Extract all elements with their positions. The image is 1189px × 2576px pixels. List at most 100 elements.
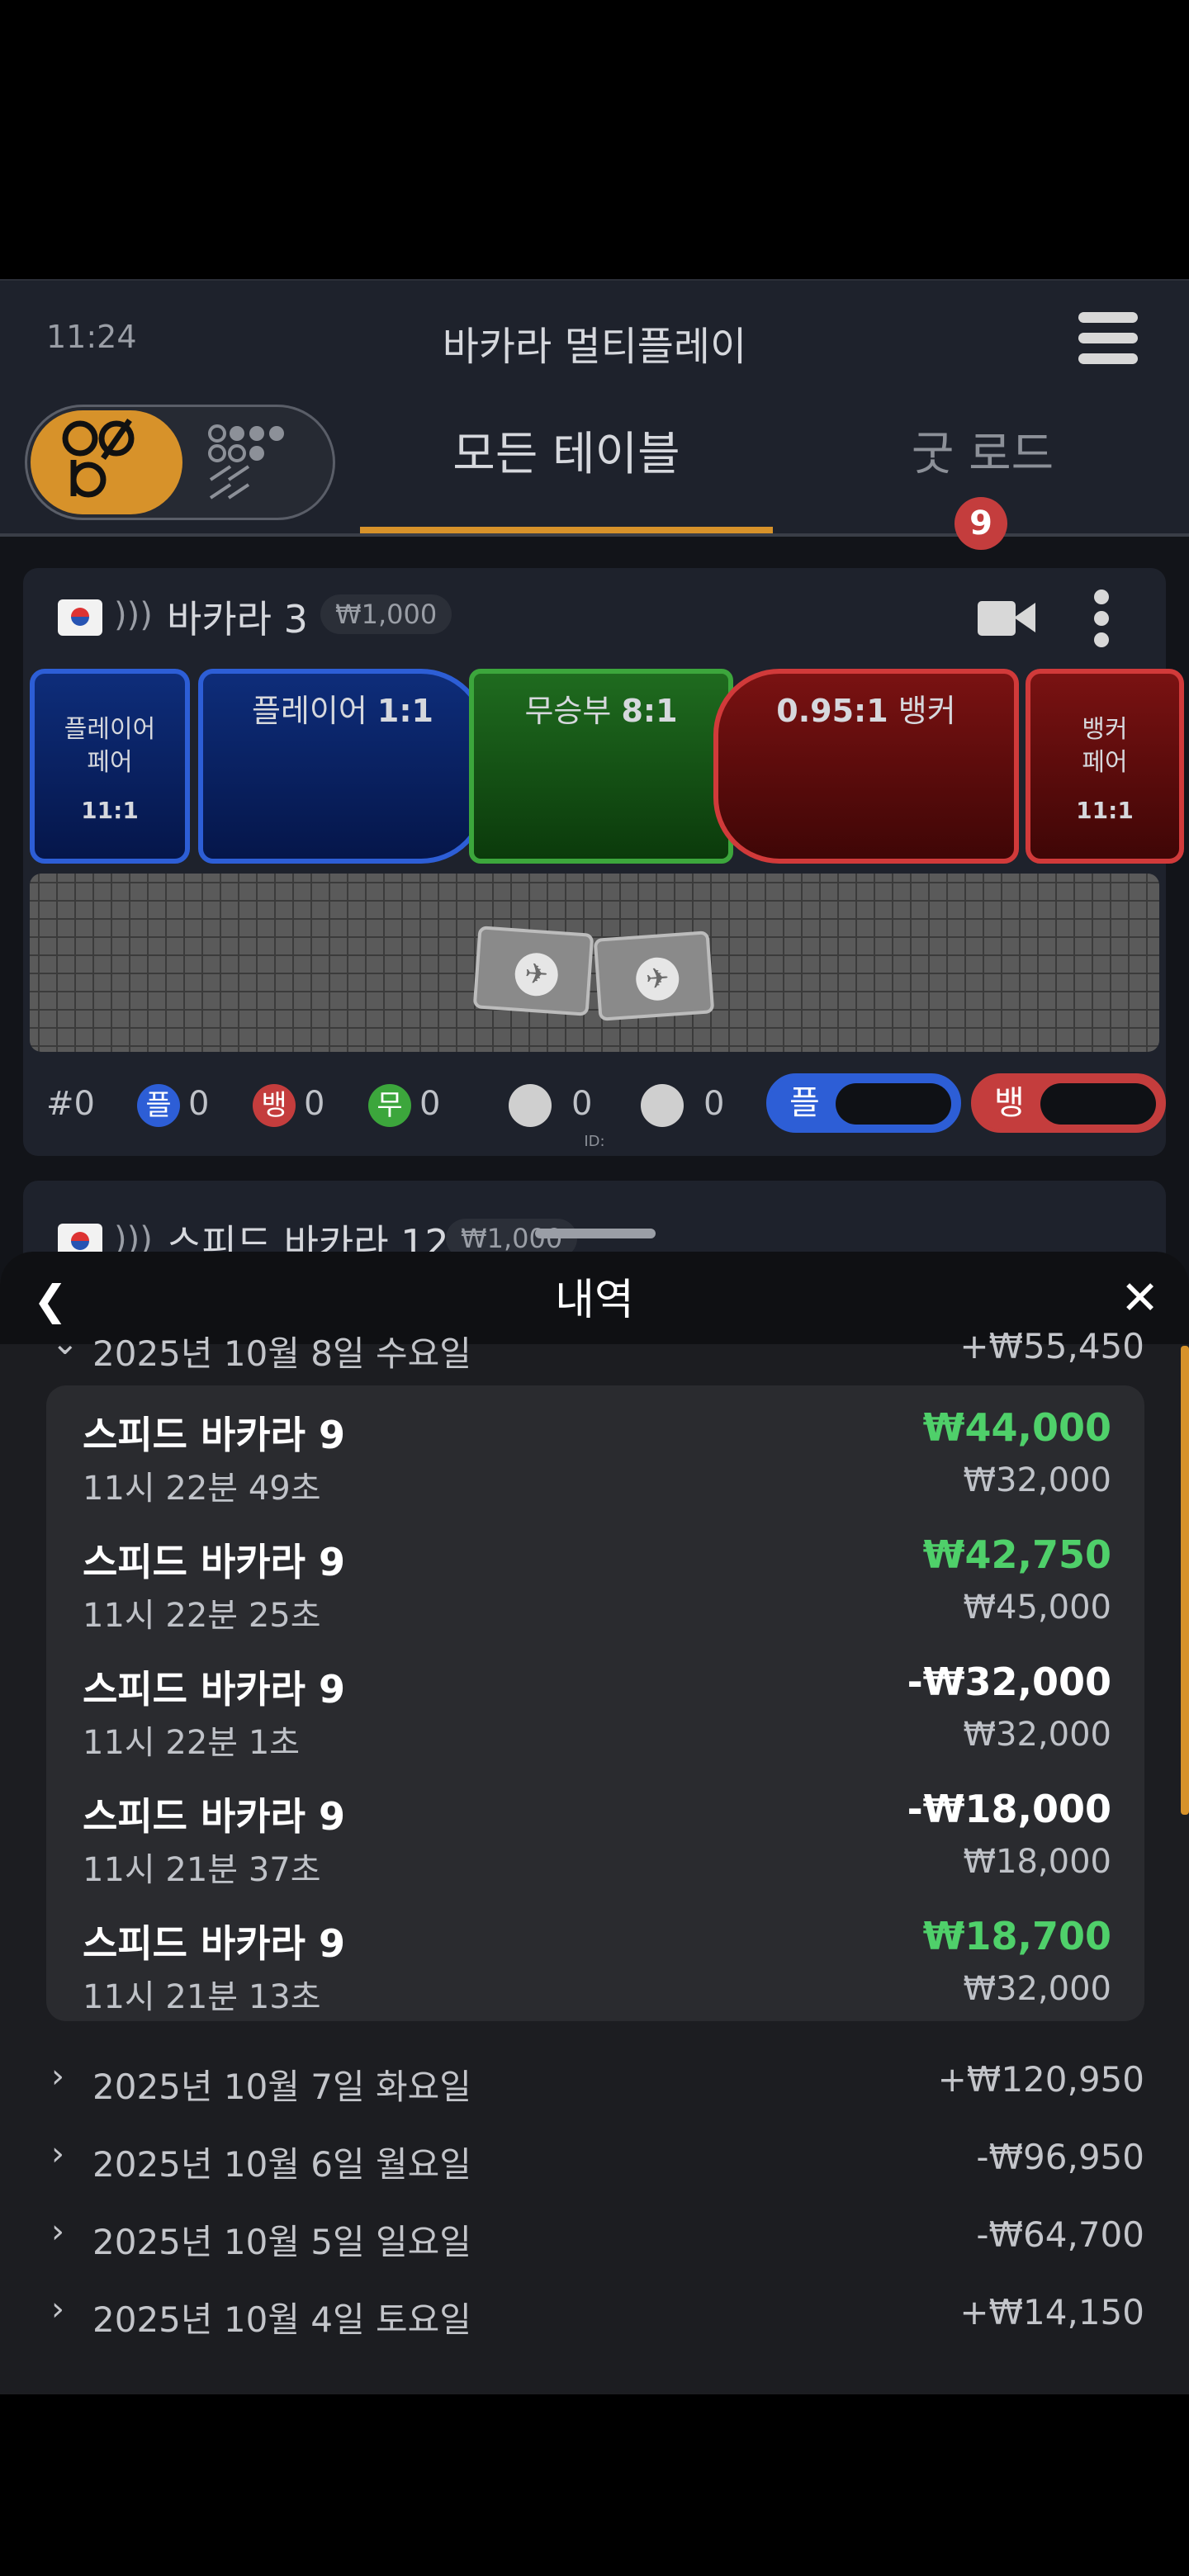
day-total: +₩120,950 xyxy=(937,2059,1144,2100)
transaction-row[interactable]: 스피드 바카라 9 11시 22분 25초 ₩42,750 ₩45,000 xyxy=(83,1527,1111,1643)
tx-amount: -₩32,000 xyxy=(907,1660,1111,1704)
sound-icon[interactable]: ))) xyxy=(114,596,153,634)
tx-amount: ₩42,750 xyxy=(922,1532,1111,1577)
bet-player[interactable]: 플레이어 1:1 xyxy=(198,669,487,864)
transaction-row[interactable]: 스피드 바카라 9 11시 22분 1초 -₩32,000 ₩32,000 xyxy=(83,1655,1111,1770)
chevron-right-icon: › xyxy=(51,2135,64,2173)
baccarat-app: 11:24 바카라 멀티플레이 모든 테이블 굿 로드 9))) 바카라 3 … xyxy=(0,279,1189,2394)
bet-odds: 11:1 xyxy=(1076,797,1134,824)
close-icon[interactable]: ✕ xyxy=(1120,1271,1159,1325)
banker-prediction-button[interactable]: 뱅 xyxy=(971,1073,1166,1133)
more-options-icon[interactable] xyxy=(1092,590,1111,647)
tx-game: 스피드 바카라 9 xyxy=(83,1413,345,1457)
cards-placeholder-icon: ✈ ✈ xyxy=(472,923,723,1039)
banker-button-label: 뱅 xyxy=(994,1084,1025,1122)
banker-pair-stat: 0 xyxy=(641,1082,725,1127)
table-limit: ₩1,000 xyxy=(320,594,452,634)
tx-amount: ₩44,000 xyxy=(922,1405,1111,1450)
day-total: +₩14,150 xyxy=(959,2292,1144,2332)
tie-chip: 무 xyxy=(368,1084,411,1127)
bet-banker[interactable]: 0.95:1 뱅커 xyxy=(713,669,1019,864)
day-row[interactable]: › 2025년 10월 5일 일요일 -₩64,700 xyxy=(46,2213,1144,2262)
bet-label: 무승부 xyxy=(524,693,612,729)
page-title: 바카라 멀티플레이 xyxy=(442,324,747,370)
bet-tie[interactable]: 무승부 8:1 xyxy=(469,669,733,864)
tx-stake: ₩32,000 xyxy=(963,1716,1111,1754)
tx-stake: ₩45,000 xyxy=(963,1589,1111,1627)
tx-game: 스피드 바카라 9 xyxy=(83,1667,345,1712)
scrollbar[interactable] xyxy=(1181,1346,1189,1815)
bet-label: 플레이어 xyxy=(251,693,367,729)
grid-view-option[interactable] xyxy=(31,410,182,514)
tx-time: 11시 21분 37초 xyxy=(83,1851,321,1889)
tab-all-tables[interactable]: 모든 테이블 xyxy=(360,410,773,530)
tx-game: 스피드 바카라 9 xyxy=(83,1540,345,1584)
tx-game: 스피드 바카라 9 xyxy=(83,1794,345,1839)
korea-flag-icon xyxy=(58,599,102,636)
round-count: #0 xyxy=(46,1085,95,1123)
bet-odds: 11:1 xyxy=(81,797,139,824)
chevron-right-icon: › xyxy=(51,2213,64,2251)
tx-stake: ₩18,000 xyxy=(963,1843,1111,1881)
day-row-expanded[interactable]: ⌄ 2025년 10월 8일 수요일 +₩55,450 xyxy=(46,1324,1144,1374)
top-bar: 11:24 바카라 멀티플레이 xyxy=(0,279,1189,395)
chevron-right-icon: › xyxy=(51,2290,64,2328)
banker-wins-stat: 뱅0 xyxy=(253,1082,325,1127)
tx-stake: ₩32,000 xyxy=(963,1461,1111,1499)
tie-count: 0 xyxy=(419,1085,441,1123)
bet-banker-pair[interactable]: 뱅커 페어 11:1 xyxy=(1026,669,1184,864)
table-id: ID: xyxy=(584,1133,605,1150)
day-row[interactable]: › 2025년 10월 7일 화요일 +₩120,950 xyxy=(46,2057,1144,2107)
player-prediction-button[interactable]: 플 xyxy=(766,1073,961,1133)
bet-odds: 0.95:1 xyxy=(776,693,888,729)
active-tab-indicator xyxy=(360,527,773,533)
bet-label-line2: 페어 xyxy=(1082,748,1128,777)
banker-pair-dot-icon xyxy=(641,1084,684,1127)
view-mode-toggle[interactable] xyxy=(25,405,335,520)
video-icon[interactable] xyxy=(978,598,1037,637)
transaction-row[interactable]: 스피드 바카라 9 11시 21분 13초 ₩18,700 ₩32,000 xyxy=(83,1909,1111,2024)
day-date: 2025년 10월 4일 토요일 xyxy=(92,2299,471,2340)
tx-time: 11시 22분 49초 xyxy=(83,1470,321,1508)
bet-label: 뱅커 xyxy=(898,693,956,729)
road-view-icon[interactable] xyxy=(206,422,305,504)
bet-label-line1: 플레이어 xyxy=(64,715,156,744)
bet-odds: 8:1 xyxy=(621,693,678,729)
day-total: +₩55,450 xyxy=(959,1326,1144,1366)
good-road-count-badge: 9 xyxy=(955,497,1007,550)
chevron-right-icon: › xyxy=(51,2057,64,2095)
table-name: 바카라 3 xyxy=(167,597,308,642)
bet-player-pair[interactable]: 플레이어 페어 11:1 xyxy=(30,669,190,864)
history-sheet: ❮ 내역 ✕ ⌄ 2025년 10월 8일 수요일 +₩55,450 스피드 바… xyxy=(0,1252,1189,2394)
tx-time: 11시 21분 13초 xyxy=(83,1978,321,2016)
tx-time: 11시 22분 1초 xyxy=(83,1724,301,1762)
banker-pair-count: 0 xyxy=(703,1085,725,1123)
tx-game: 스피드 바카라 9 xyxy=(83,1921,345,1966)
day-date: 2025년 10월 5일 일요일 xyxy=(92,2222,471,2262)
player-chip: 플 xyxy=(137,1084,180,1127)
day-total: -₩64,700 xyxy=(976,2214,1144,2255)
menu-icon[interactable] xyxy=(1078,312,1138,365)
transactions-list: 스피드 바카라 9 11시 22분 49초 ₩44,000 ₩32,000 스피… xyxy=(46,1385,1144,2021)
day-row[interactable]: › 2025년 10월 6일 월요일 -₩96,950 xyxy=(46,2135,1144,2185)
transaction-row[interactable]: 스피드 바카라 9 11시 21분 37초 -₩18,000 ₩18,000 xyxy=(83,1782,1111,1897)
sheet-drag-handle[interactable] xyxy=(535,1229,656,1238)
history-title: 내역 xyxy=(555,1276,634,1325)
bet-odds: 1:1 xyxy=(377,693,433,729)
bet-label-line2: 페어 xyxy=(87,748,133,777)
tx-amount: ₩18,700 xyxy=(922,1914,1111,1958)
table-card[interactable]: ))) 바카라 3 ₩1,000 플레이어 페어 11:1 플레이어 1:1 무… xyxy=(23,568,1184,1156)
tx-stake: ₩32,000 xyxy=(963,1970,1111,2008)
bet-label-line1: 뱅커 xyxy=(1082,715,1128,744)
player-pair-stat: 0 xyxy=(509,1082,592,1127)
tx-time: 11시 22분 25초 xyxy=(83,1597,321,1635)
banker-wins-count: 0 xyxy=(304,1085,325,1123)
day-row[interactable]: › 2025년 10월 4일 토요일 +₩14,150 xyxy=(46,2290,1144,2340)
day-date: 2025년 10월 6일 월요일 xyxy=(92,2144,471,2185)
player-wins-count: 0 xyxy=(188,1085,210,1123)
player-button-label: 플 xyxy=(789,1084,820,1122)
tx-amount: -₩18,000 xyxy=(907,1787,1111,1831)
transaction-row[interactable]: 스피드 바카라 9 11시 22분 49초 ₩44,000 ₩32,000 xyxy=(83,1400,1111,1516)
banker-chip: 뱅 xyxy=(253,1084,296,1127)
player-wins-stat: 플0 xyxy=(137,1082,210,1127)
